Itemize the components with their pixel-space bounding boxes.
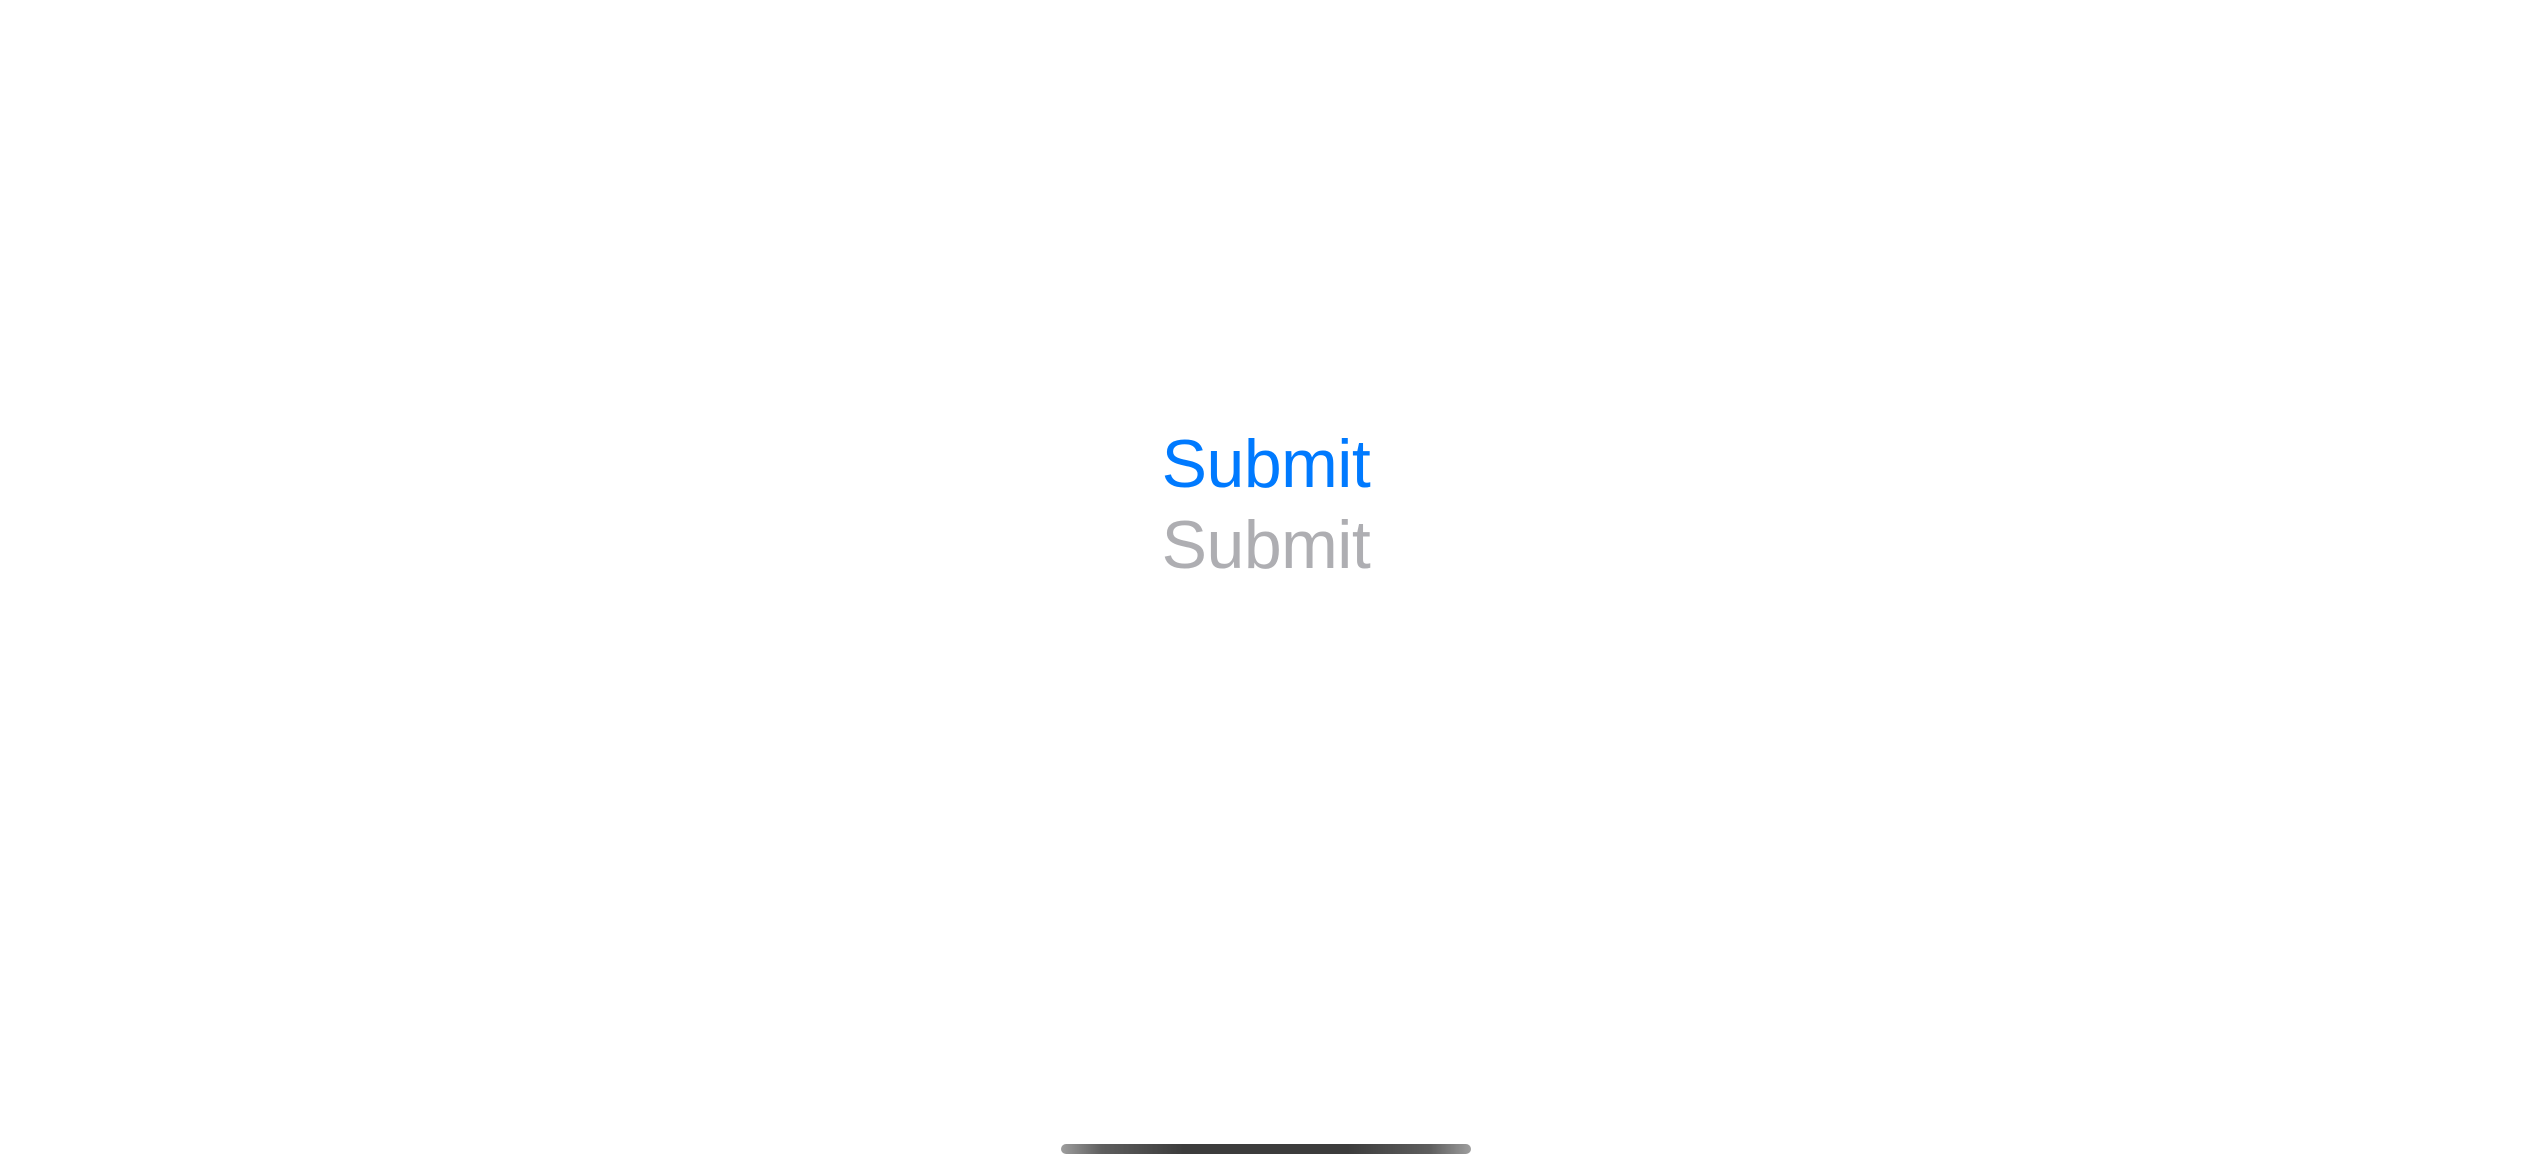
button-stack: Submit Submit [1162,427,1371,583]
main-content: Submit Submit [0,0,2532,1170]
submit-button-enabled[interactable]: Submit [1162,427,1371,502]
submit-button-disabled: Submit [1162,508,1371,583]
home-indicator[interactable] [1061,1144,1471,1154]
